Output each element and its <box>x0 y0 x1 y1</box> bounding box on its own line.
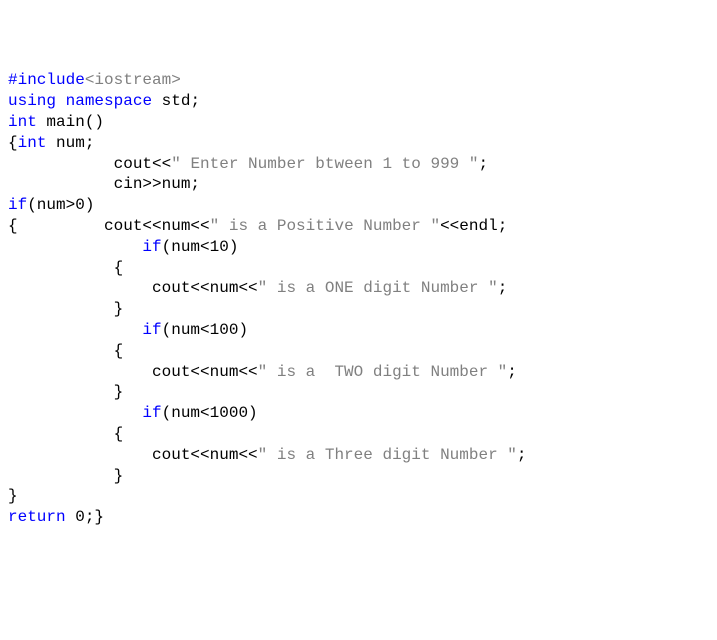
code-line: if(num<10) <box>8 237 709 258</box>
keyword: int <box>18 134 47 152</box>
code-line: { cout<<num<<" is a Positive Number "<<e… <box>8 216 709 237</box>
code-line: return 0;} <box>8 507 709 528</box>
keyword: return <box>8 508 66 526</box>
keyword: using <box>8 92 56 110</box>
keyword: if <box>142 238 161 256</box>
code-line: } <box>8 299 709 320</box>
code-line: int main() <box>8 112 709 133</box>
code-block: #include<iostream>using namespace std;in… <box>8 70 709 528</box>
code-line: { <box>8 258 709 279</box>
code-line: { <box>8 341 709 362</box>
string-literal: " Enter Number btween 1 to 999 " <box>171 155 478 173</box>
code-line: {int num; <box>8 133 709 154</box>
code-line: cout<<num<<" is a Three digit Number "; <box>8 445 709 466</box>
code-line: } <box>8 466 709 487</box>
code-line: cout<<num<<" is a ONE digit Number "; <box>8 278 709 299</box>
code-line: } <box>8 486 709 507</box>
keyword: if <box>142 321 161 339</box>
code-line: if(num<1000) <box>8 403 709 424</box>
string-literal: " is a Positive Number " <box>210 217 440 235</box>
code-line: using namespace std; <box>8 91 709 112</box>
code-line: } <box>8 382 709 403</box>
include-path: <iostream> <box>85 71 181 89</box>
keyword: namespace <box>66 92 152 110</box>
preprocessor: #include <box>8 71 85 89</box>
code-line: { <box>8 424 709 445</box>
string-literal: " is a Three digit Number " <box>258 446 517 464</box>
string-literal: " is a ONE digit Number " <box>258 279 498 297</box>
code-line: cout<<num<<" is a TWO digit Number "; <box>8 362 709 383</box>
code-line: if(num>0) <box>8 195 709 216</box>
code-line: cout<<" Enter Number btween 1 to 999 "; <box>8 154 709 175</box>
string-literal: " is a TWO digit Number " <box>258 363 508 381</box>
keyword: if <box>8 196 27 214</box>
keyword: if <box>142 404 161 422</box>
code-line: cin>>num; <box>8 174 709 195</box>
code-line: #include<iostream> <box>8 70 709 91</box>
keyword: int <box>8 113 37 131</box>
code-line: if(num<100) <box>8 320 709 341</box>
